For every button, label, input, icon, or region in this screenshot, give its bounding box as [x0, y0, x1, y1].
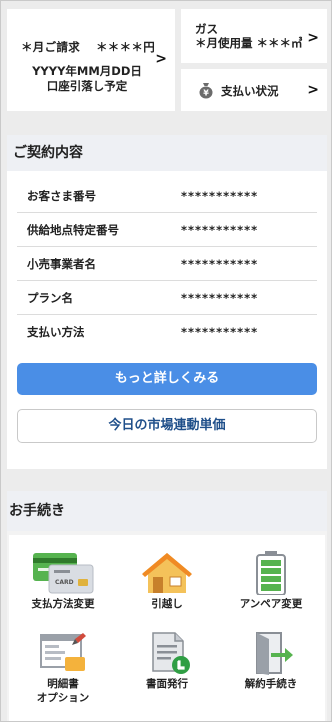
procedures-section: お手続き CARD 支払方法変更 引越し アンペア変更 明細書 オプション 書面…	[7, 491, 327, 721]
contract-row: 小売事業者名 ***********	[17, 247, 317, 281]
proc-label: 支払方法変更	[31, 598, 95, 610]
statement-icon	[40, 633, 86, 671]
proc-label: アンペア変更	[239, 598, 303, 610]
more-details-button[interactable]: もっと詳しくみる	[17, 363, 317, 395]
payment-status-label: 支払い状況	[221, 84, 279, 98]
procedures-title: お手続き	[7, 491, 327, 531]
summary-cards: ＊月ご請求 ＊＊＊＊円 YYYY年MM月DD日 口座引落し予定 > ガス ＊月使用…	[7, 9, 327, 113]
battery-icon	[256, 551, 286, 595]
gas-usage-card[interactable]: ガス ＊月使用量 ＊＊＊㎥ >	[181, 9, 327, 63]
card-icon: CARD	[33, 553, 94, 594]
proc-label-line2: オプション	[36, 692, 90, 704]
document-icon	[152, 632, 190, 674]
chevron-right-icon: >	[307, 82, 319, 98]
contract-row-value: ***********	[181, 188, 259, 203]
contract-row-label: 支払い方法	[27, 325, 85, 339]
billing-month-label: ＊月ご請求	[21, 40, 80, 54]
cancellation-item[interactable]: 解約手続き	[219, 631, 323, 691]
svg-text:¥: ¥	[203, 89, 209, 98]
contract-row-label: プラン名	[27, 290, 73, 305]
contract-title: ご契約内容	[7, 135, 327, 171]
procedures-grid: CARD 支払方法変更 引越し アンペア変更 明細書 オプション 書面発行 解約…	[9, 535, 325, 721]
contract-row-label: 供給地点特定番号	[27, 222, 119, 237]
billing-amount: ＊＊＊＊円	[96, 40, 155, 54]
contract-row: 供給地点特定番号 ***********	[17, 213, 317, 247]
contract-row-value: ***********	[181, 222, 259, 237]
contract-row: お客さま番号 ***********	[17, 179, 317, 213]
statement-option-item[interactable]: 明細書 オプション	[11, 631, 115, 705]
chevron-right-icon: >	[307, 30, 319, 46]
document-issuance-item[interactable]: 書面発行	[115, 631, 219, 691]
market-price-button[interactable]: 今日の市場連動単価	[17, 409, 317, 443]
gas-usage-value: ＊＊＊㎥	[256, 36, 303, 50]
app-screen: ＊月ご請求 ＊＊＊＊円 YYYY年MM月DD日 口座引落し予定 > ガス ＊月使用…	[0, 0, 332, 722]
ampere-change-item[interactable]: アンペア変更	[219, 551, 323, 611]
billing-date: YYYY年MM月DD日	[32, 64, 142, 78]
contract-row: 支払い方法 ***********	[17, 315, 317, 349]
proc-label: 書面発行	[146, 678, 188, 690]
money-bag-icon: ¥	[199, 83, 213, 99]
proc-label: 明細書	[47, 678, 79, 690]
billing-month-row: ＊月ご請求 ＊＊＊＊円	[21, 39, 155, 55]
proc-label: 引越し	[151, 598, 183, 610]
exit-door-icon	[256, 632, 293, 675]
proc-label: 解約手続き	[244, 678, 298, 690]
payment-status-card[interactable]: ¥ 支払い状況 >	[181, 69, 327, 111]
contract-row: プラン名 ***********	[17, 281, 317, 315]
billing-card[interactable]: ＊月ご請求 ＊＊＊＊円 YYYY年MM月DD日 口座引落し予定 >	[7, 9, 175, 111]
contract-section: ご契約内容 お客さま番号 *********** 供給地点特定番号 ******…	[7, 135, 327, 469]
moving-item[interactable]: 引越し	[115, 551, 219, 611]
gas-usage-label: ＊月使用量	[195, 36, 253, 50]
contract-row-value: ***********	[181, 325, 259, 339]
chevron-right-icon: >	[155, 51, 167, 67]
house-icon	[142, 553, 192, 593]
contract-row-value: ***********	[181, 290, 259, 305]
payment-method-change-item[interactable]: CARD 支払方法変更	[11, 551, 115, 611]
contract-rows: お客さま番号 *********** 供給地点特定番号 *********** …	[17, 179, 317, 349]
contract-row-label: お客さま番号	[27, 188, 96, 203]
billing-date-block: YYYY年MM月DD日 口座引落し予定	[17, 64, 157, 94]
svg-text:CARD: CARD	[55, 579, 74, 586]
contract-row-value: ***********	[181, 256, 259, 271]
gas-usage-row: ＊月使用量 ＊＊＊㎥	[195, 35, 303, 51]
contract-row-label: 小売事業者名	[27, 256, 96, 271]
billing-note: 口座引落し予定	[46, 79, 128, 93]
